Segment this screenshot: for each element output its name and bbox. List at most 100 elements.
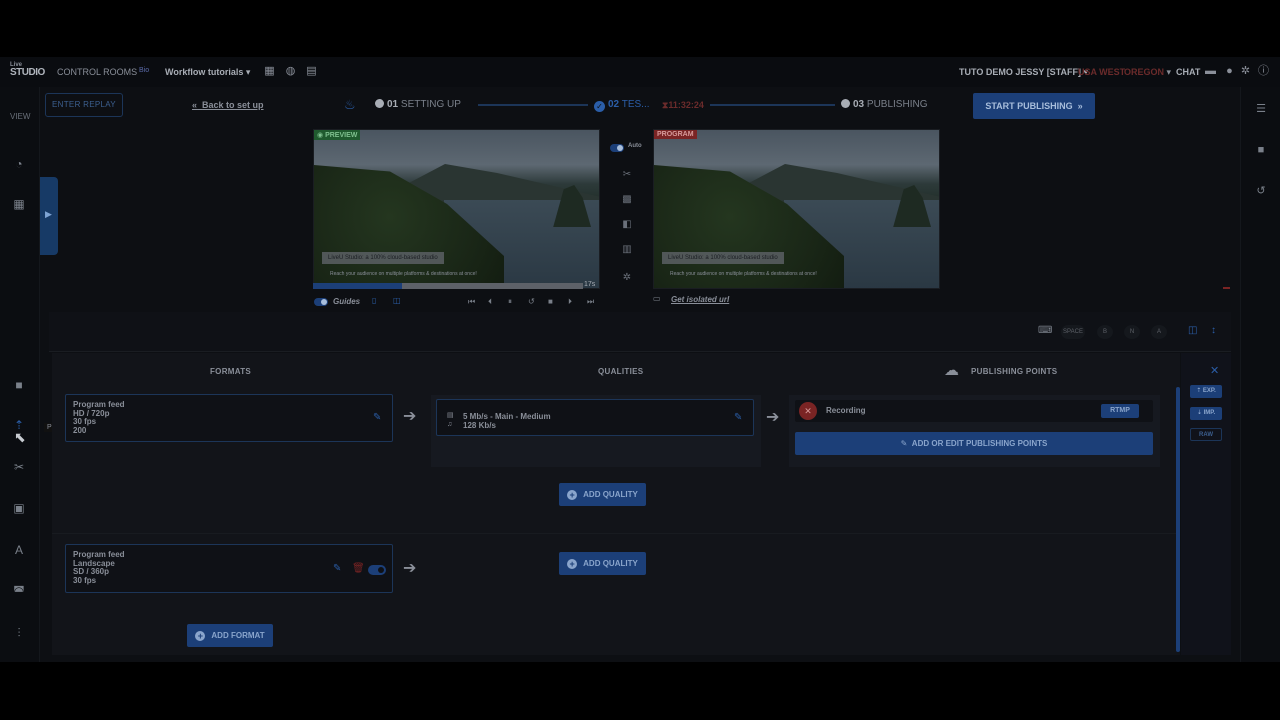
user-icon: ⇣: [1196, 410, 1202, 416]
pause-icon[interactable]: ⏸: [508, 297, 512, 307]
chat-label[interactable]: CHAT: [1176, 67, 1200, 77]
phone-icon[interactable]: ▯: [372, 296, 376, 305]
logo-line2: STUDIO: [10, 67, 45, 78]
resize-vertical-icon[interactable]: ↕: [1211, 325, 1216, 336]
presentation-icon[interactable]: ▣: [12, 501, 26, 515]
replay-icon[interactable]: ↺: [528, 297, 535, 306]
layers-icon[interactable]: ◫: [393, 296, 401, 305]
edit-pencil-icon[interactable]: ✎: [734, 412, 742, 423]
liveu-studio-logo[interactable]: Live STUDIO: [10, 62, 46, 82]
dashboard-gauge-icon[interactable]: ◔: [12, 157, 26, 171]
progress-time: 17s: [584, 281, 596, 288]
enter-replay-button[interactable]: ENTER REPLAY: [45, 93, 123, 117]
scissors-icon[interactable]: ✂: [12, 460, 26, 474]
audio-level-marker: [1223, 287, 1230, 289]
previous-icon[interactable]: ⏴: [488, 297, 492, 307]
step-testing[interactable]: ✓ 02 TES...: [594, 99, 650, 112]
raw-button[interactable]: RAW: [1190, 428, 1222, 441]
double-chevron-left-icon: «: [192, 100, 198, 110]
preview-progress-bar[interactable]: [313, 283, 583, 289]
shortcut-b: B: [1097, 325, 1113, 339]
quality-details: 5 Mb/s - Main - Medium 128 Kb/s: [463, 412, 551, 430]
start-publishing-button[interactable]: START PUBLISHING »: [973, 93, 1095, 119]
gear-icon[interactable]: ✲: [1240, 66, 1251, 77]
stinger-icon[interactable]: ▥: [621, 244, 633, 256]
add-format-button[interactable]: + ADD FORMAT: [187, 624, 273, 647]
remove-x-icon[interactable]: ✕: [799, 402, 817, 420]
guides-toggle[interactable]: [314, 298, 328, 306]
control-rooms-link[interactable]: CONTROL ROOMS: [57, 67, 137, 77]
user-icon[interactable]: ●: [1224, 66, 1235, 77]
step-dot: [375, 99, 384, 108]
arrow-right-icon: ➔: [403, 560, 417, 577]
next-icon[interactable]: ⏵: [568, 297, 572, 307]
format-enable-toggle[interactable]: [368, 565, 386, 575]
preview-monitor[interactable]: ◉ PREVIEW LiveU Studio: a 100% cloud-bas…: [313, 129, 600, 289]
step-label: TES...: [621, 99, 650, 110]
panel-icon[interactable]: ■: [1255, 144, 1267, 156]
view-label: VIEW: [10, 112, 31, 121]
globe-icon[interactable]: ◍: [285, 66, 296, 77]
layout-icon[interactable]: ▤: [306, 66, 317, 77]
step-publishing[interactable]: 03 PUBLISHING: [841, 99, 927, 110]
program-monitor[interactable]: PROGRAM LiveU Studio: a 100% cloud-based…: [653, 129, 940, 289]
list-icon[interactable]: ☰: [1255, 103, 1267, 115]
edit-pencil-icon[interactable]: ✎: [373, 412, 381, 423]
region-label: USA WEST: [1078, 67, 1126, 77]
lightbulb-icon[interactable]: ♨: [344, 97, 356, 113]
plus-icon: +: [567, 559, 578, 569]
import-button[interactable]: ⇣ IMP.: [1190, 407, 1222, 420]
add-edit-publishing-points-button[interactable]: ✎ ADD OR EDIT PUBLISHING POINTS: [795, 432, 1153, 455]
skip-start-icon[interactable]: ⏮: [468, 297, 475, 307]
settings-icon[interactable]: ✲: [621, 272, 633, 284]
format-card[interactable]: Program feed Landscape SD / 360p 30 fps …: [65, 544, 393, 593]
add-quality-button[interactable]: + ADD QUALITY: [559, 483, 646, 506]
user-menu[interactable]: TUTO DEMO JESSY [STAFF] ▾: [959, 67, 1088, 78]
chat-icon[interactable]: ▬: [1205, 66, 1216, 77]
music-icon: ♫: [447, 420, 453, 428]
edit-pencil-icon[interactable]: ✎: [333, 563, 341, 574]
add-format-label: ADD FORMAT: [211, 631, 265, 640]
info-icon[interactable]: ⓘ: [1258, 66, 1269, 77]
left-sidebar: VIEW ◔ ▦ ■ ⇡ ✂ ▣ A ◚ ⫶: [0, 87, 40, 662]
grid-icon[interactable]: ▦: [12, 197, 26, 211]
back-link-label: Back to set up: [202, 100, 264, 110]
step-label: SETTING UP: [400, 99, 461, 110]
edit-points-label: ADD OR EDIT PUBLISHING POINTS: [911, 439, 1048, 448]
panel-scrollbar[interactable]: [1176, 387, 1180, 652]
wipe-icon[interactable]: ◧: [621, 219, 633, 231]
keyboard-icon[interactable]: ⌨: [1038, 325, 1052, 336]
vehicle-icon[interactable]: ◚: [12, 584, 26, 598]
undo-icon[interactable]: ↺: [1255, 185, 1267, 197]
sidebar-expand-tab[interactable]: ▶: [40, 177, 58, 255]
double-chevron-right-icon: »: [1077, 101, 1083, 111]
film-icon: ▤: [447, 412, 454, 419]
copy-icon[interactable]: ◫: [1188, 325, 1197, 336]
camera-icon[interactable]: ■: [12, 378, 26, 392]
divider: [52, 533, 1180, 534]
export-button[interactable]: ⇡ EXP.: [1190, 385, 1222, 398]
calendar-icon[interactable]: ▦: [264, 66, 275, 77]
formats-header: FORMATS: [210, 367, 252, 376]
back-to-setup-link[interactable]: « Back to set up: [192, 100, 264, 110]
workflow-selector[interactable]: Workflow tutorials ▾: [165, 67, 250, 78]
get-isolated-url-link[interactable]: Get isolated url: [671, 295, 729, 304]
format-card[interactable]: Program feed HD / 720p 30 fps 200 ✎: [65, 394, 393, 442]
publishing-point-row[interactable]: ✕ Recording RTMP: [795, 400, 1153, 422]
fade-icon[interactable]: ▩: [621, 194, 633, 206]
mixer-icon[interactable]: ⫶: [12, 626, 26, 640]
skip-end-icon[interactable]: ⏭: [587, 297, 594, 307]
step-setting-up[interactable]: 01 SETTING UP: [375, 99, 461, 110]
monitor-icon: ▭: [653, 294, 661, 303]
shortcut-a: A: [1151, 325, 1167, 339]
cut-icon[interactable]: ✂: [621, 169, 633, 181]
import-label: IMP.: [1203, 410, 1216, 416]
trash-icon[interactable]: 🗑: [352, 563, 365, 574]
quality-card[interactable]: ▤ ♫ 5 Mb/s - Main - Medium 128 Kb/s ✎: [436, 399, 754, 436]
text-icon[interactable]: A: [12, 543, 26, 557]
close-icon[interactable]: ✕: [1210, 364, 1219, 377]
side-actions: ⇡ EXP. ⇣ IMP. RAW: [1181, 353, 1231, 655]
add-quality-button[interactable]: + ADD QUALITY: [559, 552, 646, 575]
region-selector[interactable]: OREGON ▾: [1124, 67, 1171, 78]
stop-icon[interactable]: ■: [548, 297, 553, 306]
